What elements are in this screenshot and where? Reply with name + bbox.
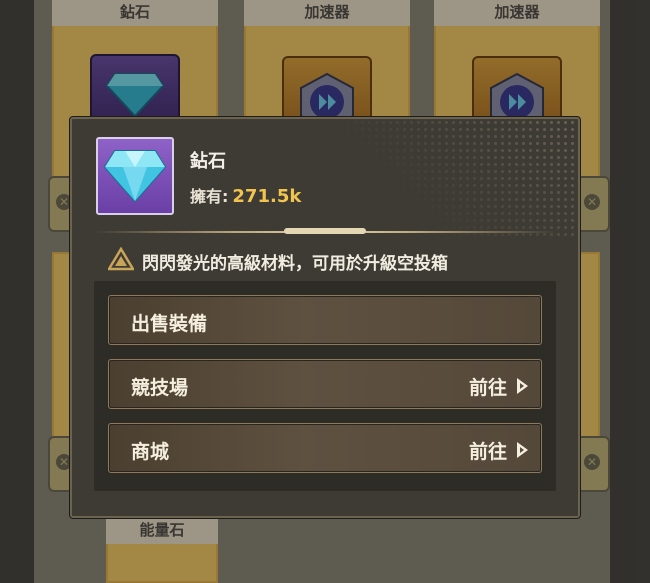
sell-equipment-button[interactable]: 出售裝備 bbox=[108, 295, 542, 345]
owned-count: 擁有: 271.5k bbox=[190, 183, 301, 207]
warning-icon bbox=[108, 247, 134, 271]
chevron-right-icon bbox=[517, 378, 528, 394]
owned-label: 擁有: bbox=[190, 187, 229, 206]
goto-label: 前往 bbox=[468, 377, 507, 399]
mall-goto-button[interactable]: 商城 前往 bbox=[108, 423, 542, 473]
action-label: 出售裝備 bbox=[131, 313, 208, 335]
goto-label: 前往 bbox=[468, 441, 507, 463]
diamond-icon bbox=[96, 137, 174, 215]
actions-panel: 出售裝備 競技場 前往 商城 前往 bbox=[94, 281, 556, 491]
item-description: 閃閃發光的高級材料，可用於升級空投箱 bbox=[142, 254, 448, 274]
item-name: 鉆石 bbox=[190, 151, 226, 172]
item-info-popup: 鉆石 擁有: 271.5k 閃閃發光的高級材料，可用於升級空投箱 出售裝備 競技場… bbox=[70, 117, 580, 518]
action-label: 商城 bbox=[131, 441, 170, 463]
action-label: 競技場 bbox=[131, 377, 189, 399]
owned-value: 271.5k bbox=[232, 186, 302, 207]
chevron-right-icon bbox=[517, 442, 528, 458]
divider-ornament bbox=[284, 228, 366, 234]
arena-goto-button[interactable]: 競技場 前往 bbox=[108, 359, 542, 409]
halftone-decoration bbox=[338, 119, 578, 239]
